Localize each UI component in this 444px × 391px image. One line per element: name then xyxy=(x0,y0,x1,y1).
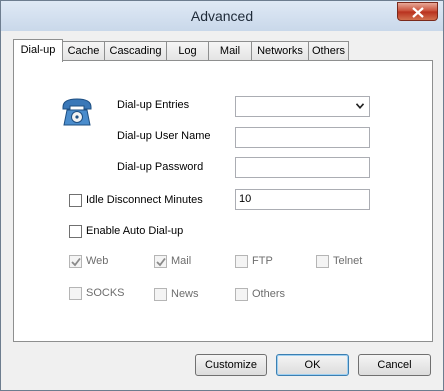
tab-label: Dial-up xyxy=(20,44,56,56)
close-button[interactable] xyxy=(397,2,438,21)
idle-disconnect-checkbox[interactable] xyxy=(69,194,82,207)
web-label: Web xyxy=(86,255,109,267)
customize-button[interactable]: Customize xyxy=(195,354,267,376)
tab-networks[interactable]: Networks xyxy=(251,41,309,60)
socks-checkbox[interactable] xyxy=(69,287,82,300)
tab-label: Log xyxy=(178,45,197,57)
password-label: Dial-up Password xyxy=(117,161,204,173)
news-checkbox[interactable] xyxy=(154,288,167,301)
telnet-checkbox[interactable] xyxy=(316,255,329,268)
chevron-down-icon xyxy=(356,103,364,109)
tab-others[interactable]: Others xyxy=(308,41,349,60)
tab-label: Mail xyxy=(219,45,241,57)
ok-button[interactable]: OK xyxy=(276,354,349,376)
window-title: Advanced xyxy=(190,8,254,24)
user-name-label: Dial-up User Name xyxy=(117,130,211,142)
password-input[interactable] xyxy=(235,157,370,178)
auto-dialup-checkbox[interactable] xyxy=(69,225,82,238)
mail-checkbox[interactable] xyxy=(154,255,167,268)
tab-log[interactable]: Log xyxy=(166,41,209,60)
others-label: Others xyxy=(252,288,286,300)
tab-cache[interactable]: Cache xyxy=(62,41,105,60)
mail-label: Mail xyxy=(171,255,192,267)
tab-mail[interactable]: Mail xyxy=(208,41,252,60)
checkmark-icon xyxy=(71,257,81,267)
auto-dialup-label: Enable Auto Dial-up xyxy=(86,225,184,237)
dial-up-panel: Dial-up Entries Dial-up User Name Dial-u… xyxy=(13,60,433,342)
telnet-label: Telnet xyxy=(333,255,363,267)
ftp-label: FTP xyxy=(252,255,273,267)
dialup-entries-label: Dial-up Entries xyxy=(117,99,190,111)
tab-cascading[interactable]: Cascading xyxy=(104,41,167,60)
dialup-entries-select[interactable] xyxy=(235,96,370,117)
socks-label: SOCKS xyxy=(86,287,125,299)
user-name-input[interactable] xyxy=(235,127,370,148)
idle-disconnect-input[interactable]: 10 xyxy=(235,189,370,210)
telephone-icon xyxy=(62,98,92,126)
advanced-dialog: Advanced Dial-up Cache Cascading Log Mai… xyxy=(0,0,444,391)
tab-label: Cascading xyxy=(109,45,162,57)
checkmark-icon xyxy=(156,257,166,267)
cancel-button[interactable]: Cancel xyxy=(358,354,431,376)
tab-label: Others xyxy=(311,45,345,57)
tab-label: Cache xyxy=(67,45,100,57)
title-bar: Advanced xyxy=(1,1,443,31)
tab-dial-up[interactable]: Dial-up xyxy=(13,39,63,62)
news-label: News xyxy=(171,288,199,300)
close-icon xyxy=(412,7,424,18)
web-checkbox[interactable] xyxy=(69,255,82,268)
others-checkbox[interactable] xyxy=(235,288,248,301)
tab-label: Networks xyxy=(257,45,303,57)
idle-disconnect-label: Idle Disconnect Minutes xyxy=(86,194,203,206)
ftp-checkbox[interactable] xyxy=(235,255,248,268)
